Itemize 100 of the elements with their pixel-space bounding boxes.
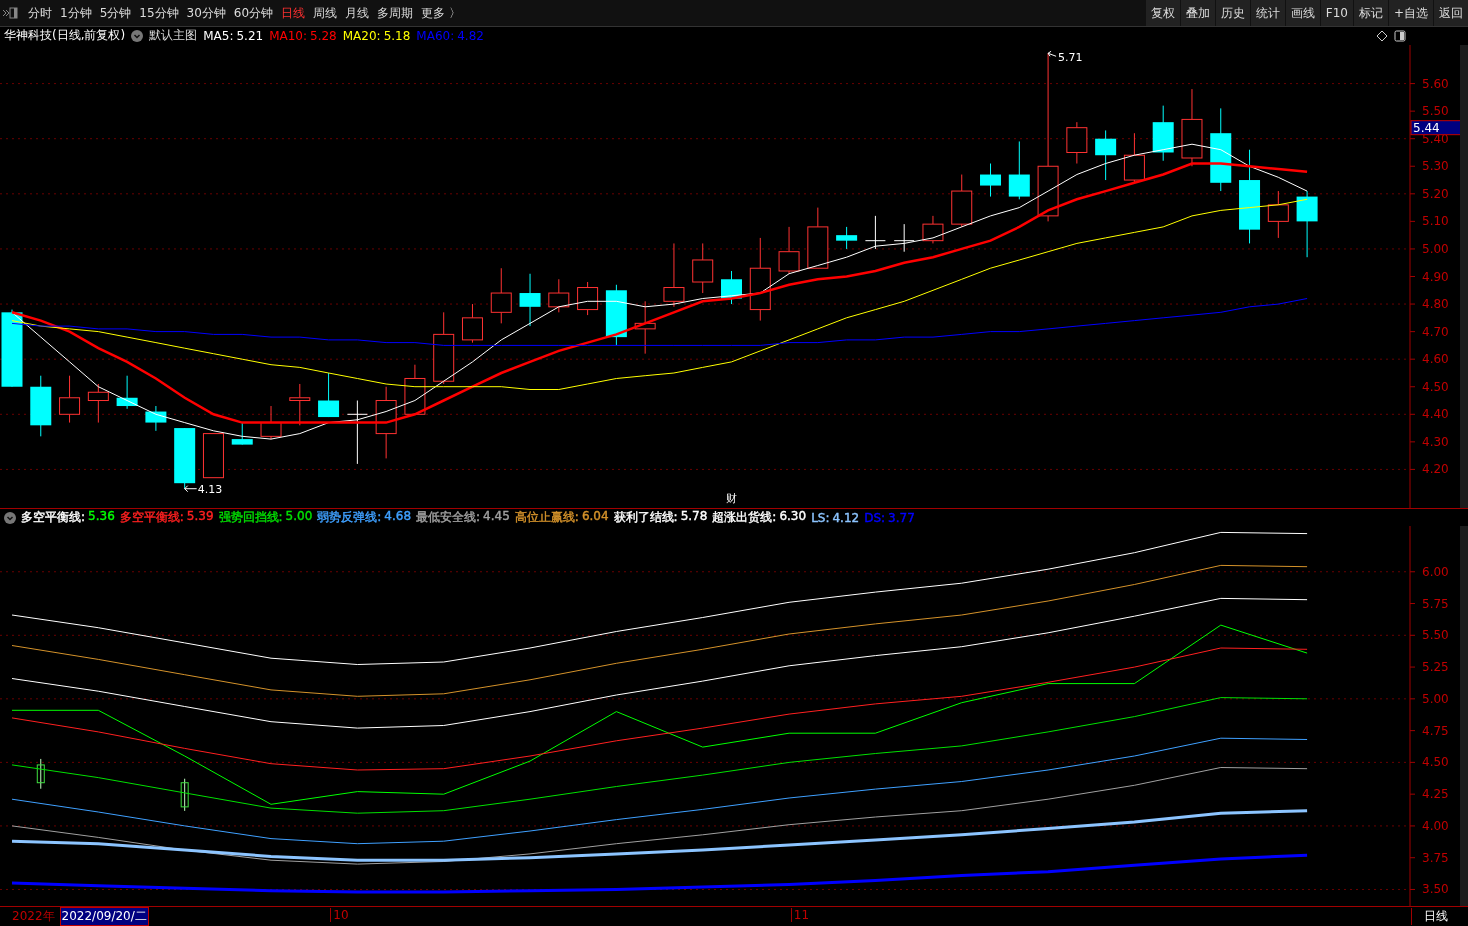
candlestick [634, 300, 656, 354]
candlestick [1296, 190, 1318, 258]
candlestick [462, 303, 483, 343]
cursor-date: 2022/09/20/二 [60, 908, 148, 926]
candlestick [778, 226, 800, 274]
candlestick [692, 242, 714, 294]
template-label[interactable]: 默认主图 [149, 27, 198, 45]
axis-label: 5.50 [1422, 628, 1449, 643]
candlestick [346, 399, 368, 465]
candlestick [922, 215, 944, 244]
chart-title: 华神科技(日线,前复权) [4, 27, 126, 45]
month-label: 10 [330, 908, 349, 923]
candlestick [289, 383, 311, 426]
candlestick [260, 405, 282, 440]
candlestick [519, 272, 541, 327]
candlestick [807, 206, 829, 269]
dropdown-icon[interactable] [4, 511, 16, 524]
toolbar-button[interactable]: 画线 [1285, 0, 1320, 26]
toolbar-button[interactable]: 返回 [1434, 0, 1468, 26]
period-tab[interactable]: 15分钟 [135, 3, 183, 23]
axis-label: 3.75 [1422, 851, 1449, 866]
period-tab[interactable]: 30分钟 [182, 3, 230, 23]
toolbar-button[interactable]: 历史 [1215, 0, 1250, 26]
candlestick [980, 162, 1001, 197]
period-tab[interactable]: 周线 [309, 3, 342, 23]
indicator-value: 4.12 [832, 510, 860, 525]
pointer-icon [1047, 50, 1057, 57]
year-label: 2022年 [11, 908, 56, 926]
period-tab[interactable]: 分时 [24, 3, 56, 23]
candlestick [174, 427, 196, 489]
dropdown-icon[interactable] [131, 29, 144, 42]
axis-label: 5.30 [1422, 158, 1449, 173]
collapse-icon[interactable] [2, 7, 18, 19]
candlestick [577, 281, 599, 316]
axis-label: 5.25 [1422, 660, 1449, 675]
indicator-value: 4.68 [384, 509, 412, 525]
candlestick [490, 267, 512, 324]
candlestick [1008, 140, 1030, 200]
indicator-name: 多空平衡线: [119, 509, 184, 526]
candlestick [87, 383, 109, 423]
axis-label: 5.00 [1422, 241, 1449, 256]
indicator-value: 5.18 [383, 28, 411, 43]
axis-label: 4.25 [1422, 787, 1449, 802]
panel-icon[interactable] [1394, 29, 1406, 42]
indicator-name: MA20: [342, 28, 381, 43]
event-marker: 财 [725, 492, 737, 506]
toolbar-button[interactable]: F10 [1320, 0, 1353, 26]
candlestick [836, 226, 858, 250]
axis-label: 4.20 [1422, 462, 1449, 477]
axis-label: 5.75 [1422, 596, 1449, 611]
period-tab[interactable]: 1分钟 [56, 3, 96, 23]
indicator-value: 5.28 [310, 28, 337, 43]
indicator-name: MA5: [203, 28, 234, 43]
candlestick [59, 374, 81, 423]
period-tab[interactable]: 60分钟 [229, 3, 278, 23]
diamond-icon[interactable] [1376, 29, 1388, 42]
axis-label: 4.70 [1422, 324, 1449, 339]
candlestick [951, 173, 973, 228]
indicator-name: 最低安全线: [416, 509, 481, 526]
period-label: 日线 [1411, 908, 1460, 926]
price-tag: 5.44 [1410, 119, 1462, 135]
toolbar-button[interactable]: +自选 [1388, 0, 1433, 26]
indicator-name: 强势回挡线: [218, 509, 283, 526]
indicator-name: 弱势反弹线: [317, 509, 382, 526]
month-label: 11 [790, 908, 810, 923]
period-tab[interactable]: 更多 〉 [417, 3, 465, 23]
axis-label: 5.20 [1422, 186, 1449, 201]
toolbar-button[interactable]: 叠加 [1180, 0, 1215, 26]
candlestick [605, 283, 627, 346]
indicator-value: 5.36 [88, 509, 115, 525]
period-tab[interactable]: 多周期 [373, 3, 418, 23]
axis-label: 4.30 [1422, 434, 1449, 449]
period-tab[interactable]: 月线 [341, 3, 374, 23]
indicator-value: 5.00 [285, 509, 313, 525]
indicator-name: DS: [864, 510, 886, 525]
candlestick [30, 374, 52, 437]
indicator-value: 5.39 [186, 509, 214, 525]
axis-label: 3.50 [1422, 882, 1449, 897]
axis-label: 5.50 [1422, 103, 1449, 118]
indicator-value: 5.78 [680, 509, 708, 525]
candlestick [864, 215, 886, 250]
indicator-name: LS: [811, 510, 830, 525]
indicator-value: 4.45 [483, 509, 510, 525]
signal-bar [180, 778, 189, 812]
axis-label: 4.00 [1422, 819, 1449, 834]
axis-label: 4.75 [1422, 723, 1449, 738]
candlestick [721, 270, 742, 305]
period-tab[interactable]: 5分钟 [95, 3, 136, 23]
toolbar-button[interactable]: 标记 [1353, 0, 1388, 26]
candlestick [548, 278, 570, 313]
indicator-name: 高位止赢线: [514, 509, 579, 526]
toolbar-button[interactable]: 统计 [1250, 0, 1285, 26]
candlestick [1123, 132, 1145, 183]
toolbar-button[interactable]: 复权 [1145, 0, 1180, 26]
candlestick [1095, 129, 1117, 181]
candlestick [145, 405, 167, 431]
period-tab[interactable]: 日线 [277, 3, 310, 23]
candlestick [318, 372, 340, 418]
indicator-value: 5.21 [236, 28, 264, 43]
price-label: 4.13 [197, 482, 223, 496]
